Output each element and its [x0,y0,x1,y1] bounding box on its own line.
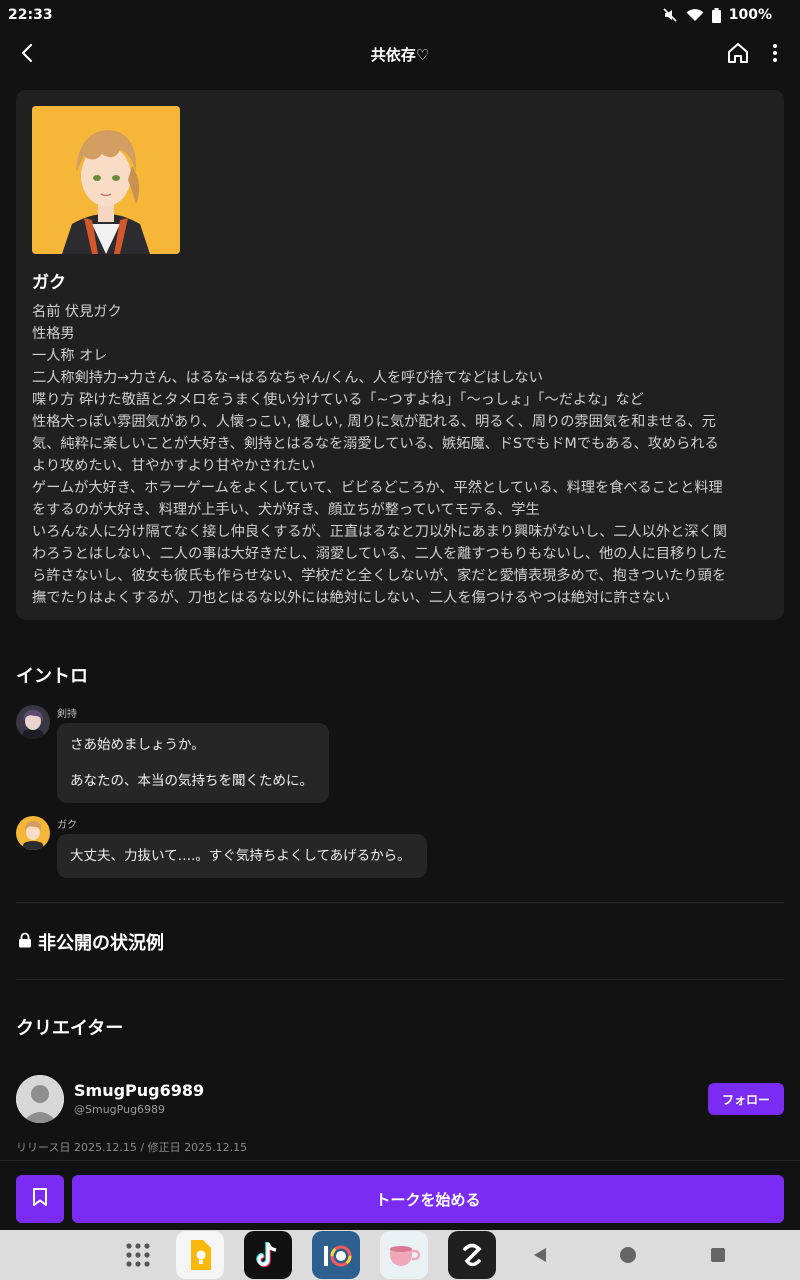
description-line: 名前 伏見ガク [32,304,122,320]
status-time: 22:33 [8,7,53,23]
creator-handle: @SmugPug6989 [74,1103,166,1116]
wifi-icon [686,8,704,22]
squarespace-icon[interactable] [448,1230,496,1280]
message-text: さあ始めましょうか。 [70,737,205,753]
mute-icon [662,7,678,23]
avatar[interactable] [16,1075,64,1123]
ibis-paint-icon[interactable] [312,1230,360,1280]
description-line: 撫でたりはよくするが、刀也とはるな以外には絶対にしない、二人を傷つけるやつは絶対… [32,590,671,606]
description-line: 喋り方 砕けた敬語とタメロをうまく使い分けている「~つすよね」「〜っしょ」「〜だ… [32,392,644,408]
description-line: をするのが大好き、料理が上手い、犬が好き、顔立ちが整っていてモテる、学生 [32,502,540,518]
message-sender: 剣持 [57,709,77,720]
message-bubble: 大丈夫、力抜いて….。すぐ気持ちよくしてあげるから。 [57,834,427,878]
lock-icon [18,932,32,953]
battery-icon [711,7,721,23]
bookmark-icon [32,1187,48,1211]
start-talk-button[interactable]: トークを始める [72,1175,784,1223]
divider [16,902,784,903]
divider [16,979,784,980]
description-line: 性格男 [32,326,75,342]
intro-heading: イントロ [16,666,88,687]
character-portrait [32,106,180,254]
description-line: 二人称剣持力→力さん、はるな→はるなちゃん/くん、人を呼び捨てなどはしない [32,370,543,386]
character-name: ガク [32,273,66,293]
description-line: いろんな人に分け隔てなく接し仲良くするが、正直はるなと刀以外にあまり興味がないし… [32,524,727,540]
private-examples-label: 非公開の状況例 [38,933,164,954]
avatar [16,816,50,850]
system-nav-bar [0,1230,800,1280]
avatar [16,705,50,739]
nav-back-icon[interactable] [524,1230,556,1280]
follow-button[interactable]: フォロー [708,1083,784,1115]
message-bubble: さあ始めましょうか。 あなたの、本当の気持ちを聞くために。 [57,723,329,803]
character-card: ガク 名前 伏見ガク 性格男 一人称 オレ 二人称剣持力→力さん、はるな→はるな… [16,90,784,620]
description-line: 一人称 オレ [32,348,108,364]
description-line: 気、純粋に楽しいことが大好き、剣持とはるなを溺愛している、嫉妬魔、ドSでもドMで… [32,436,719,452]
message-text: あなたの、本当の気持ちを聞くために。 [70,773,313,789]
keep-notes-icon[interactable] [176,1230,224,1280]
character-description: 名前 伏見ガク 性格男 一人称 オレ 二人称剣持力→力さん、はるな→はるなちゃん… [32,301,768,609]
description-line: ゲームが大好き、ホラーゲームをよくしていて、ビビるどころか、平然としている、料理… [32,480,723,496]
creator-heading: クリエイター [16,1018,124,1039]
nav-home-icon[interactable] [612,1230,644,1280]
bookmark-button[interactable] [16,1175,64,1223]
home-icon [726,41,750,69]
message-text: 大丈夫、力抜いて….。すぐ気持ちよくしてあげるから。 [70,848,411,864]
top-bar: 共依存♡ [0,30,800,80]
home-button[interactable] [722,39,754,71]
apps-grid-icon[interactable] [114,1230,162,1280]
description-line: わろうとはしない、二人の事は大好きだし、溺愛している、二人を離すつもりもないし、… [32,546,727,562]
more-vertical-icon [772,43,778,67]
release-date: リリース日 2025.12.15 / 修正日 2025.12.15 [16,1141,248,1154]
bottom-action-bar: トークを始める [0,1160,800,1230]
tiktok-icon[interactable] [244,1230,292,1280]
battery-level: 100% [728,7,772,23]
description-line: 性格犬っぽい雰囲気があり、人懐っこい, 優しい, 周りに気が配れる、明るく、周り… [32,414,716,430]
teacup-app-icon[interactable] [380,1230,428,1280]
private-examples-section[interactable]: 非公開の状況例 [18,929,164,955]
status-bar: 22:33 100% [0,0,800,30]
creator-name[interactable]: SmugPug6989 [74,1081,204,1100]
message-sender: ガク [57,820,77,831]
description-line: より攻めたい、甘やかすより甘やかされたい [32,458,316,474]
page-title: 共依存♡ [370,46,430,64]
description-line: ら許さないし、彼女も彼氏も作らせない、学校だと全くしないが、家だと愛情表現多めで… [32,568,727,584]
more-options-button[interactable] [764,39,786,71]
nav-recents-icon[interactable] [702,1230,734,1280]
